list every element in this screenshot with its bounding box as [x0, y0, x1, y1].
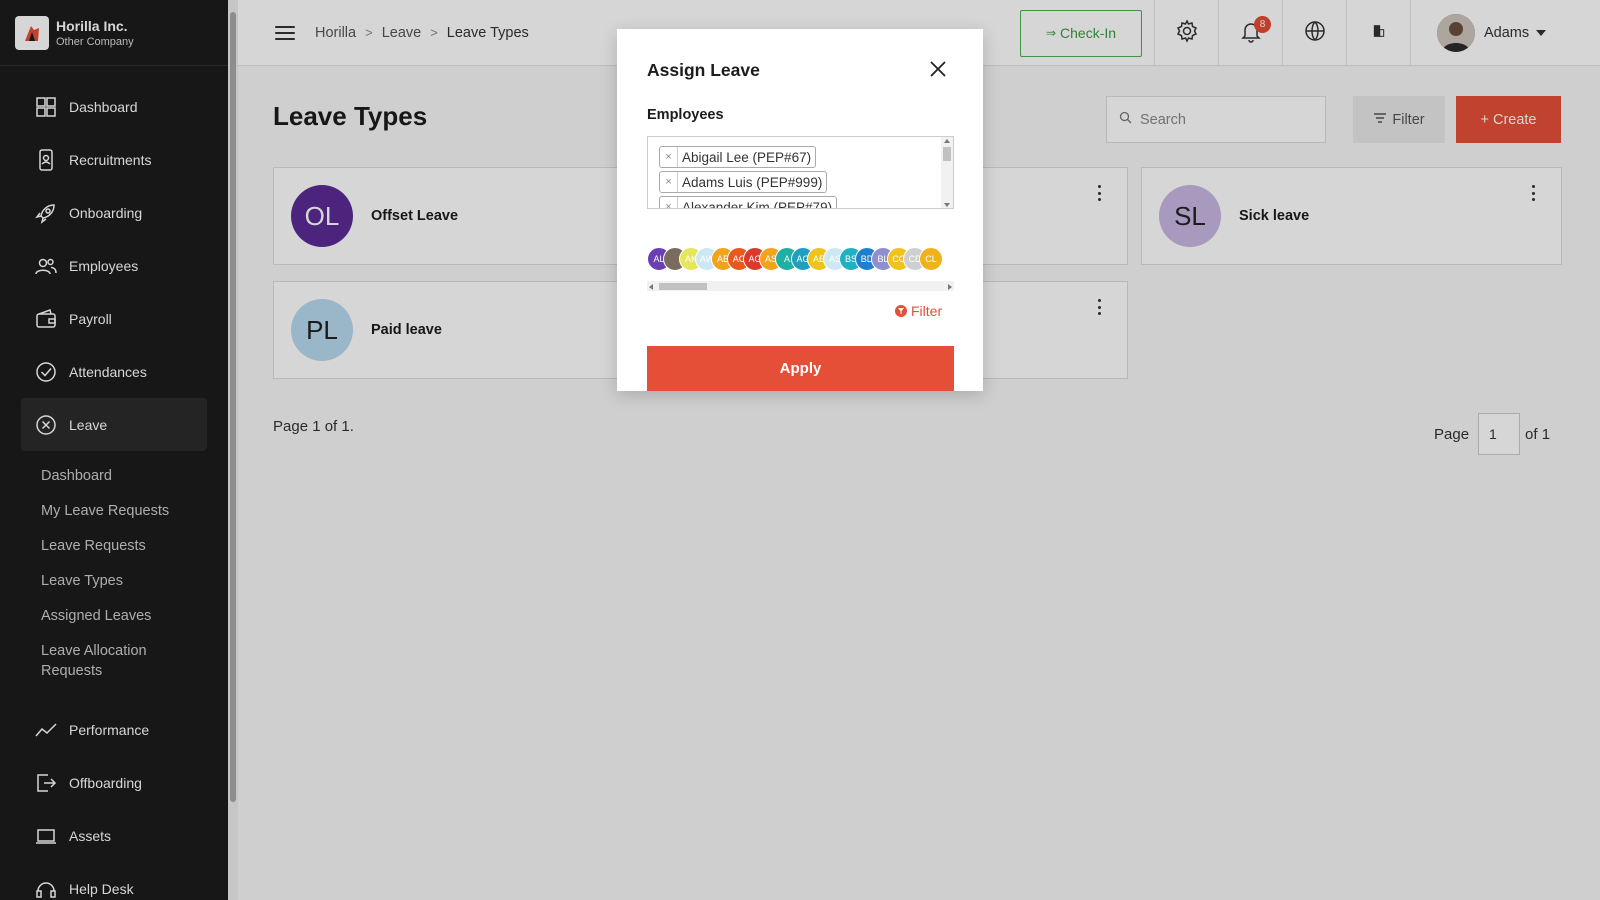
selected-employee-chip: × Abigail Lee (PEP#67) [659, 146, 817, 168]
multiselect-scrollbar[interactable] [941, 137, 953, 208]
chip-label: Adams Luis (PEP#999) [682, 174, 823, 190]
close-icon[interactable] [928, 59, 948, 79]
chip-label: Abigail Lee (PEP#67) [682, 149, 812, 165]
modal-filter-label: Filter [911, 303, 943, 319]
remove-chip-icon[interactable]: × [660, 197, 678, 208]
selected-employee-chip: × Alexander Kim (PEP#79) [659, 196, 838, 209]
scroll-left-icon[interactable] [649, 284, 653, 290]
assign-leave-modal: Assign Leave Employees × Abigail Lee (PE… [617, 29, 983, 391]
employees-label: Employees [647, 107, 724, 123]
selected-avatars-strip: AL AK AW AB AC AG AS A AG AE AS BS BD BL CO CD CL [647, 247, 954, 273]
scroll-right-icon[interactable] [948, 284, 952, 290]
remove-chip-icon[interactable]: × [660, 147, 678, 167]
avatar-strip-scroll-thumb[interactable] [659, 283, 707, 290]
apply-button[interactable]: Apply [647, 346, 954, 391]
chip-label: Alexander Kim (PEP#79) [682, 199, 833, 209]
employees-multiselect[interactable]: × Abigail Lee (PEP#67) × Adams Luis (PEP… [647, 136, 954, 209]
modal-title: Assign Leave [647, 60, 760, 80]
filter-funnel-icon [895, 305, 907, 317]
scroll-down-icon[interactable] [944, 203, 950, 207]
scroll-up-icon[interactable] [944, 139, 950, 143]
remove-chip-icon[interactable]: × [660, 172, 678, 192]
selected-employee-chip: × Adams Luis (PEP#999) [659, 171, 828, 193]
employee-avatar: CL [919, 247, 943, 271]
modal-filter-link[interactable]: Filter [895, 303, 942, 319]
avatar-strip-scrollbar[interactable] [647, 281, 954, 291]
multiselect-scroll-thumb[interactable] [943, 147, 951, 161]
